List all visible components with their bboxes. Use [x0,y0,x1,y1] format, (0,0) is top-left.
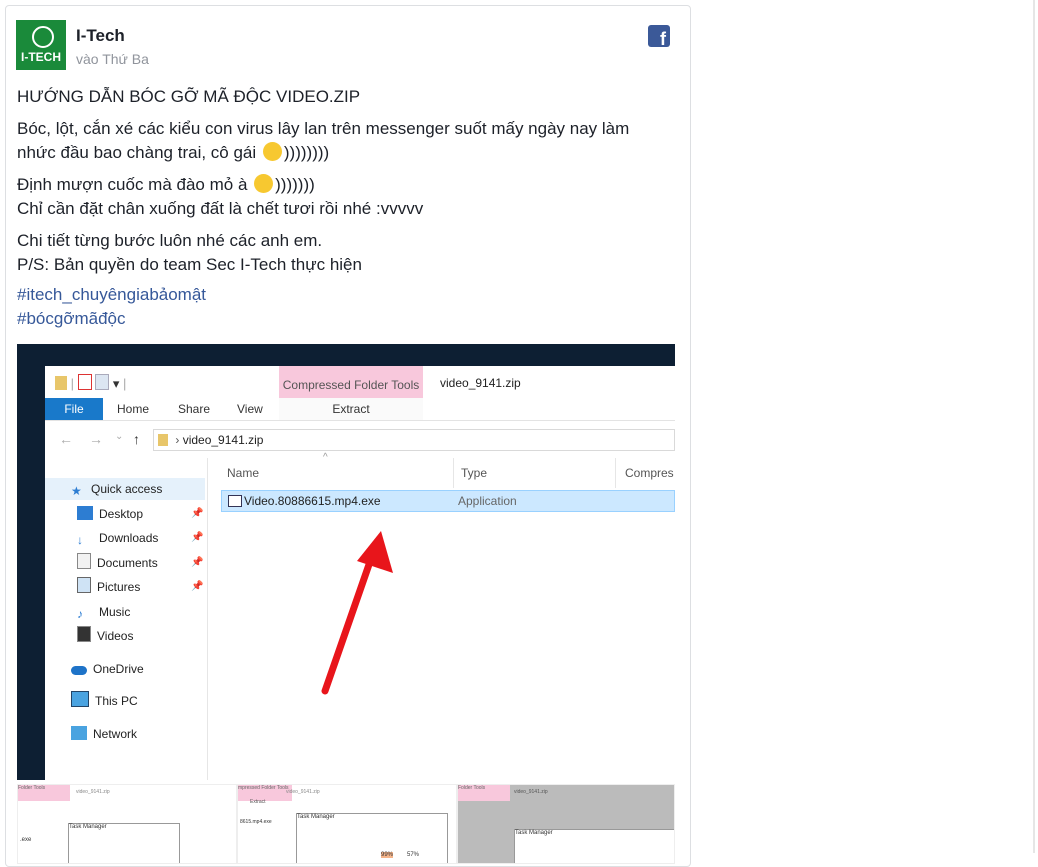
up-icon[interactable]: ↑ [133,431,140,447]
avatar[interactable]: I-TECH [16,20,66,70]
file-row[interactable]: Video.80886615.mp4.exe Application [221,490,675,512]
dropdown-icon[interactable]: ▾ [113,376,120,391]
hashtag-itech[interactable]: #itech_chuyêngiabảomật [17,285,206,304]
back-icon[interactable]: ← [59,431,73,447]
post-card: I-TECH I-Tech vào Thứ Ba f HƯỚNG DẪN BÓC… [5,5,691,867]
tab-share[interactable]: Share [178,398,210,420]
post-paragraph-2: Định mượn cuốc mà đào mỏ à ))))))) Chỉ c… [17,174,424,218]
red-arrow-annotation [321,531,393,695]
computer-icon [71,691,89,707]
avatar-text: I-TECH [21,50,61,64]
nav-this-pc[interactable]: This PC [71,690,138,712]
forward-icon[interactable]: → [89,431,103,447]
smile-icon [254,174,274,193]
smile-icon [262,142,282,161]
post-paragraph-3: Chi tiết từng bước luôn nhé các anh em. … [17,231,362,274]
nav-documents[interactable]: Documents [77,552,158,574]
videos-icon [77,626,91,642]
zip-folder-icon [158,434,168,446]
file-explorer-window: | ▾ | Compressed Folder Tools video_9141… [45,366,675,780]
pin-icon[interactable]: 📌 [191,557,203,568]
recent-dropdown-icon[interactable]: ⌄ [115,431,123,442]
post-time[interactable]: vào Thứ Ba [76,51,149,67]
page-name[interactable]: I-Tech [76,26,125,46]
thumbnail-1[interactable]: Folder Tools video_9141.zip .exe Task Ma… [17,784,237,864]
post-title: HƯỚNG DẪN BÓC GỠ MÃ ĐỘC VIDEO.ZIP [17,87,361,106]
task-manager-window: Task Manager [68,823,180,863]
facebook-icon[interactable]: f [648,25,670,47]
pictures-icon [77,577,91,593]
task-manager-window: Task Manager 99% 57% [296,813,448,863]
tab-file[interactable]: File [45,398,103,420]
nav-pictures[interactable]: Pictures [77,576,140,598]
thumbnail-strip: Folder Tools video_9141.zip .exe Task Ma… [17,784,675,864]
address-path: video_9141.zip [182,433,264,447]
column-name[interactable]: Name [227,466,259,480]
window-title: video_9141.zip [440,376,521,390]
nav-desktop[interactable]: Desktop [77,503,143,525]
music-icon: ♪ [77,607,83,621]
column-headers: ^ Name Type Compres [215,452,675,488]
nav-quick-access[interactable]: ★ Quick access [45,478,205,500]
column-type[interactable]: Type [461,466,487,480]
nav-music[interactable]: ♪ Music [77,601,130,623]
tab-home[interactable]: Home [117,398,149,420]
pin-icon[interactable]: 📌 [191,581,203,592]
quick-access-toolbar: | ▾ | [55,374,126,392]
address-bar-row: ← → ⌄ ↑ › video_9141.zip [45,424,675,454]
logo-icon [32,26,54,48]
pin-icon[interactable]: 📌 [191,508,203,519]
file-name: Video.80886615.mp4.exe [244,494,381,508]
tab-extract[interactable]: Extract [279,398,423,420]
new-folder-icon[interactable] [95,374,110,390]
thumbnail-2[interactable]: mpressed Folder Tools video_9141.zip Ext… [237,784,457,864]
pin-icon[interactable]: 📌 [191,532,203,543]
page-divider [1033,0,1035,853]
thumbnail-3[interactable]: Folder Tools video_9141.zip Task Manager [457,784,675,864]
nav-downloads[interactable]: ↓ Downloads [77,527,158,549]
post-hashtags: #itech_chuyêngiabảomật #bócgỡmãđộc [17,283,667,331]
column-divider[interactable] [615,458,616,488]
sort-up-icon: ^ [323,452,328,463]
nav-onedrive[interactable]: OneDrive [71,658,144,680]
nav-videos[interactable]: Videos [77,625,133,647]
cloud-icon [71,666,87,675]
navigation-pane: ★ Quick access Desktop 📌 ↓ Downloads 📌 Doc… [45,458,208,780]
title-bar: | ▾ | Compressed Folder Tools video_9141… [45,366,675,398]
documents-icon [77,553,91,569]
tab-view[interactable]: View [237,398,263,420]
network-icon [71,726,87,740]
folder-icon [55,376,67,390]
post-paragraph-1: Bóc, lột, cắn xé các kiểu con virus lây … [17,119,630,162]
properties-icon[interactable] [77,374,92,390]
column-divider[interactable] [453,458,454,488]
file-type: Application [458,494,517,508]
ribbon-tabs: File Home Share View Extract [45,398,675,421]
post-image-main[interactable]: | ▾ | Compressed Folder Tools video_9141… [17,344,675,780]
compressed-folder-tools-tab[interactable]: Compressed Folder Tools [279,366,423,398]
task-manager-window: Task Manager [514,829,674,863]
column-compressed[interactable]: Compres [625,466,674,480]
address-bar[interactable]: › video_9141.zip [153,429,675,451]
desktop-icon [77,506,93,520]
exe-icon [228,495,242,507]
download-icon: ↓ [77,533,83,547]
star-icon: ★ [71,484,82,498]
hashtag-bocgomadoc[interactable]: #bócgỡmãđộc [17,309,126,328]
nav-network[interactable]: Network [71,723,137,745]
